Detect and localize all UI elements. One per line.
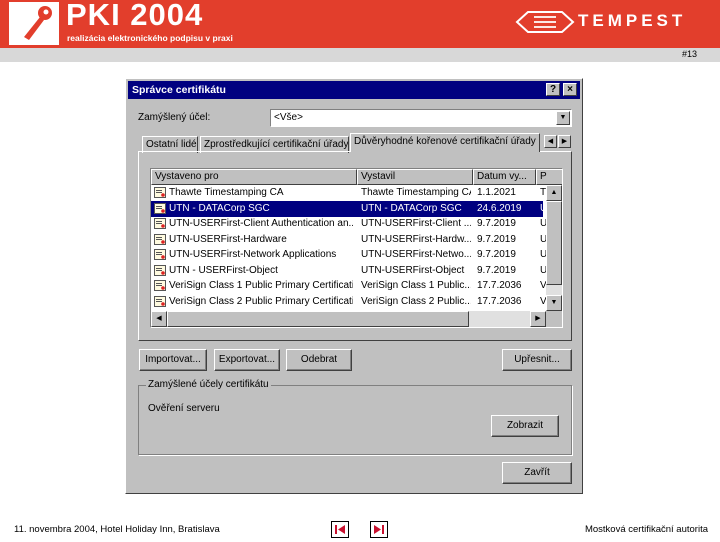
certificate-list[interactable]: Vystaveno pro Vystavil Datum vy... P Tha… [150,168,563,328]
column-header-issued-by[interactable]: Vystavil [357,169,473,185]
tab-scroll-left-icon[interactable]: ◀ [544,135,557,148]
vertical-scroll-thumb[interactable] [546,201,562,285]
cell-issued-to: VeriSign Class 1 Public Primary Certific… [169,280,353,291]
certificate-purposes-value: Ověření serveru [148,403,220,414]
table-row[interactable]: VeriSign Class 1 Public Primary Certific… [151,278,547,294]
certificate-icon [154,218,166,229]
column-header-expiration[interactable]: Datum vy... [473,169,536,185]
cell-issued-to: UTN - USERFirst-Object [169,264,278,276]
banner-subtitle: realizácia elektronického podpisu v prax… [67,33,233,43]
tempest-logo-icon [515,11,575,33]
cell-issued-to: UTN-USERFirst-Hardware [169,233,287,245]
cell-issued-by: VeriSign Class 2 Public... [361,295,471,307]
help-button[interactable]: ? [546,83,560,96]
banner-title: PKI 2004 [66,0,204,32]
cell-issued-by: UTN - DATACorp SGC [361,202,462,214]
slide-number: #13 [681,49,697,59]
tab-label: Zprostředkující certifikační úřady [204,139,349,150]
partner-logo-text: TEMPEST [578,11,687,30]
purpose-label: Zamýšlený účel: [138,112,211,123]
cell-expiration: 9.7.2019 [477,218,516,229]
certificate-icon [154,295,166,307]
cell-expiration: 17.7.2036 [477,280,522,291]
table-row[interactable]: UTN-USERFirst-Network Applications UTN-US… [151,247,547,263]
cell-expiration: 17.7.2036 [477,295,522,307]
certificate-icon [154,233,166,245]
chevron-down-icon[interactable]: ▼ [556,111,570,125]
purpose-select-value: <Vše> [274,112,303,123]
key-icon [24,6,52,40]
export-button[interactable]: Exportovat... [214,349,280,371]
tab-trusted-root-ca[interactable]: Důvěryhodné kořenové certifikační úřady [350,133,540,152]
column-label: Vystavil [361,171,396,182]
cell-issued-by: UTN-USERFirst-Object [361,264,465,276]
advanced-button[interactable]: Upřesnit... [502,349,572,371]
table-row[interactable]: UTN-USERFirst-Client Authentication an..… [151,216,547,232]
horizontal-scrollbar[interactable]: ◀ ▶ [151,311,546,327]
column-label: Vystaveno pro [155,171,219,182]
certificate-icon [154,187,166,198]
close-window-button[interactable]: × [563,83,577,96]
close-button[interactable]: Zavřít [502,462,572,484]
dialog-title: Správce certifikátu [132,84,226,96]
certificate-icon [154,249,166,260]
view-button[interactable]: Zobrazit [491,415,559,437]
certificate-manager-dialog: Správce certifikátu ? × Zamýšlený účel: … [125,78,583,494]
cell-issued-to: UTN - DATACorp SGC [169,202,270,214]
purpose-select[interactable]: <Vše> ▼ [270,109,572,127]
cell-issued-by: Thawte Timestamping CA [361,187,471,198]
scroll-up-icon[interactable]: ▲ [546,185,562,201]
table-row[interactable]: UTN - DATACorp SGC UTN - DATACorp SGC 24.6… [151,200,547,217]
next-slide-button[interactable] [370,521,388,538]
column-header-friendly-name[interactable]: P [536,169,562,185]
certificate-icon [154,202,166,214]
tab-label: Ostatní lidé [146,139,197,150]
cell-expiration: 9.7.2019 [477,264,516,276]
remove-button[interactable]: Odebrat [286,349,352,371]
vertical-scrollbar[interactable]: ▲ ▼ [546,185,562,311]
table-row[interactable]: VeriSign Class 2 Public Primary Certific… [151,294,547,310]
cell-expiration: 24.6.2019 [477,202,522,214]
cell-issued-by: UTN-USERFirst-Netwo... [361,249,471,260]
column-label: Datum vy... [477,171,527,182]
column-header-issued-to[interactable]: Vystaveno pro [151,169,357,185]
scroll-down-icon[interactable]: ▼ [546,295,562,311]
certificate-purposes-title: Zamýšlené účely certifikátu [146,379,271,390]
previous-slide-button[interactable] [331,521,349,538]
footer-event-info: 11. novembra 2004, Hotel Holiday Inn, Br… [14,524,220,535]
footer-slide-title: Mostková certifikační autorita [584,524,708,535]
cell-expiration: 9.7.2019 [477,233,516,245]
tab-label: Důvěryhodné kořenové certifikační úřady [354,136,536,147]
header-banner: PKI 2004 realizácia elektronického podpi… [0,0,720,48]
cell-issued-by: UTN-USERFirst-Client ... [361,218,471,229]
table-row[interactable]: UTN-USERFirst-Hardware UTN-USERFirst-Hard… [151,232,547,248]
cell-issued-by: UTN-USERFirst-Hardw... [361,233,471,245]
cell-issued-to: Thawte Timestamping CA [169,187,284,198]
key-logo [9,2,59,45]
scroll-left-icon[interactable]: ◀ [151,311,167,327]
table-row[interactable]: Thawte Timestamping CA Thawte Timestampin… [151,185,546,201]
table-row[interactable]: UTN - USERFirst-Object UTN-USERFirst-Obje… [151,263,547,279]
horizontal-scroll-thumb[interactable] [167,311,469,327]
certificate-icon [154,264,166,276]
cell-issued-by: VeriSign Class 1 Public... [361,280,471,291]
next-icon [374,525,384,534]
certificate-icon [154,280,166,291]
cell-issued-to: UTN-USERFirst-Network Applications [169,249,337,260]
cell-expiration: 9.7.2019 [477,249,516,260]
column-label: P [540,171,547,182]
import-button[interactable]: Importovat... [139,349,207,371]
tab-scroll-right-icon[interactable]: ▶ [558,135,571,148]
slide-number-bar: #13 [0,48,720,62]
scrollbar-corner [546,311,562,327]
cell-issued-to: VeriSign Class 2 Public Primary Certific… [169,295,353,307]
scroll-right-icon[interactable]: ▶ [530,311,546,327]
cell-expiration: 1.1.2021 [477,187,516,198]
cell-issued-to: UTN-USERFirst-Client Authentication an..… [169,218,353,229]
previous-icon [335,525,345,534]
dialog-titlebar[interactable]: Správce certifikátu ? × [128,81,580,99]
